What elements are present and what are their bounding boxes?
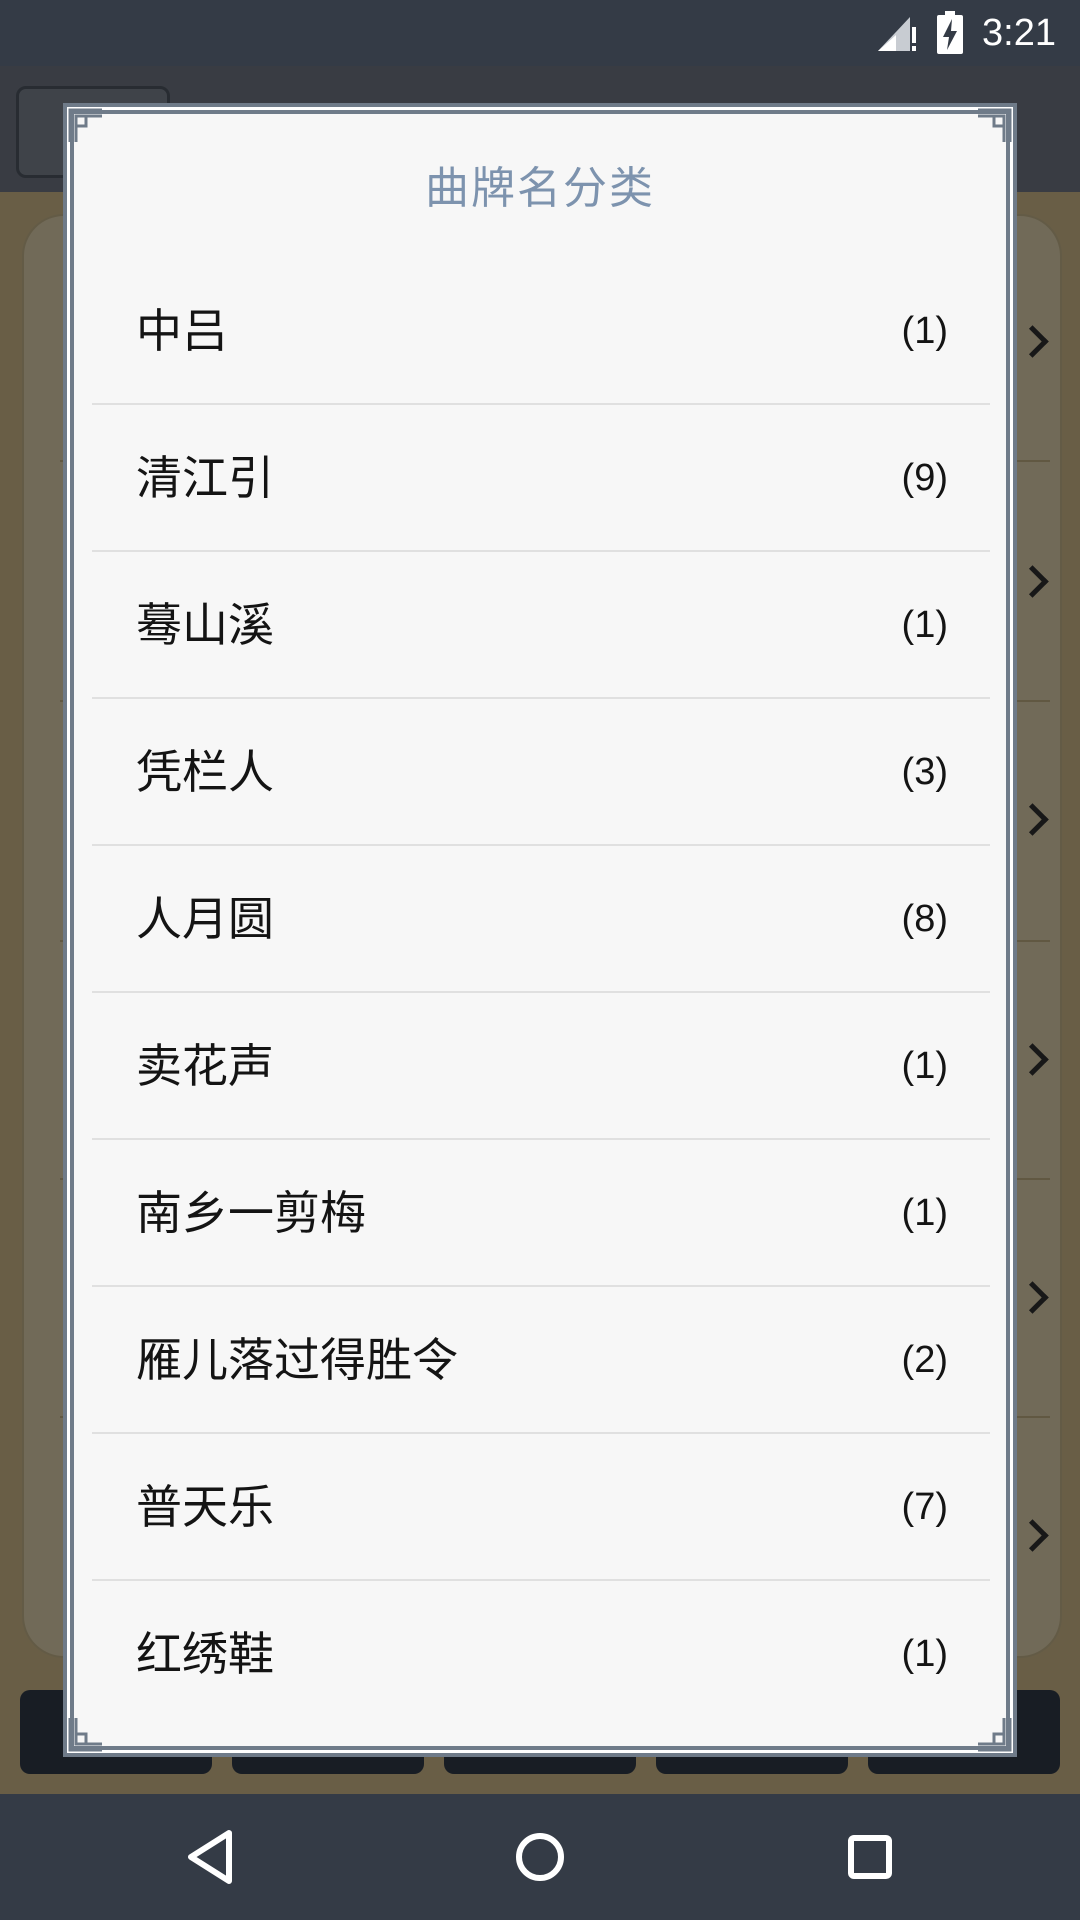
dialog-title: 曲牌名分类: [425, 163, 655, 214]
list-item-count: (1): [901, 604, 948, 646]
list-item-name: 人月圆: [136, 892, 274, 946]
nav-back-button[interactable]: [130, 1794, 290, 1920]
list-item-name: 中吕: [136, 304, 228, 358]
back-icon: [188, 1830, 232, 1884]
list-item[interactable]: 卖花声 (1): [92, 993, 990, 1140]
nav-recents-button[interactable]: [790, 1794, 950, 1920]
corner-ornament: [978, 108, 1012, 142]
list-item-name: 南乡一剪梅: [136, 1186, 366, 1240]
list-item-name: 凭栏人: [136, 745, 274, 799]
list-item-name: 红绣鞋: [136, 1627, 274, 1681]
screen: 3:21 曲牌名分类 中吕 (1) 清江引 (9) 蓦山溪 (1) 凭栏人 (3…: [0, 0, 1080, 1920]
status-time: 3:21: [982, 11, 1056, 54]
list-item[interactable]: 人月圆 (8): [92, 846, 990, 993]
list-item[interactable]: 凭栏人 (3): [92, 699, 990, 846]
list-item-count: (3): [901, 751, 948, 793]
list-item-name: 蓦山溪: [136, 598, 274, 652]
list-item[interactable]: 中吕 (1): [92, 258, 990, 405]
signal-icon: [878, 17, 917, 51]
list-item[interactable]: 普天乐 (7): [92, 1434, 990, 1581]
list-item-name: 雁儿落过得胜令: [136, 1333, 458, 1387]
list-item-count: (1): [901, 1045, 948, 1087]
status-icons: 3:21: [876, 0, 1056, 66]
list-item-count: (1): [901, 310, 948, 352]
list-item-count: (2): [901, 1339, 948, 1381]
list-item[interactable]: 蓦山溪 (1): [92, 552, 990, 699]
status-bar: 3:21: [0, 0, 1080, 66]
category-dialog: 曲牌名分类 中吕 (1) 清江引 (9) 蓦山溪 (1) 凭栏人 (3) 人月圆…: [67, 107, 1013, 1753]
home-icon: [516, 1833, 564, 1881]
list-item[interactable]: 雁儿落过得胜令 (2): [92, 1287, 990, 1434]
list-item-count: (1): [901, 1192, 948, 1234]
list-item-count: (8): [901, 898, 948, 940]
corner-ornament: [68, 108, 102, 142]
list-item-count: (1): [901, 1633, 948, 1675]
recents-icon: [848, 1835, 892, 1879]
category-list: 中吕 (1) 清江引 (9) 蓦山溪 (1) 凭栏人 (3) 人月圆 (8) 卖…: [92, 258, 990, 1728]
list-item-name: 清江引: [136, 451, 274, 505]
battery-charging-icon: [937, 11, 964, 54]
list-item[interactable]: 红绣鞋 (1): [92, 1581, 990, 1728]
navigation-bar: [0, 1794, 1080, 1920]
list-item[interactable]: 清江引 (9): [92, 405, 990, 552]
list-item-count: (7): [901, 1486, 948, 1528]
list-item-name: 卖花声: [136, 1039, 274, 1093]
list-item[interactable]: 南乡一剪梅 (1): [92, 1140, 990, 1287]
list-item-count: (9): [901, 457, 948, 499]
nav-home-button[interactable]: [460, 1794, 620, 1920]
list-item-name: 普天乐: [136, 1480, 274, 1534]
